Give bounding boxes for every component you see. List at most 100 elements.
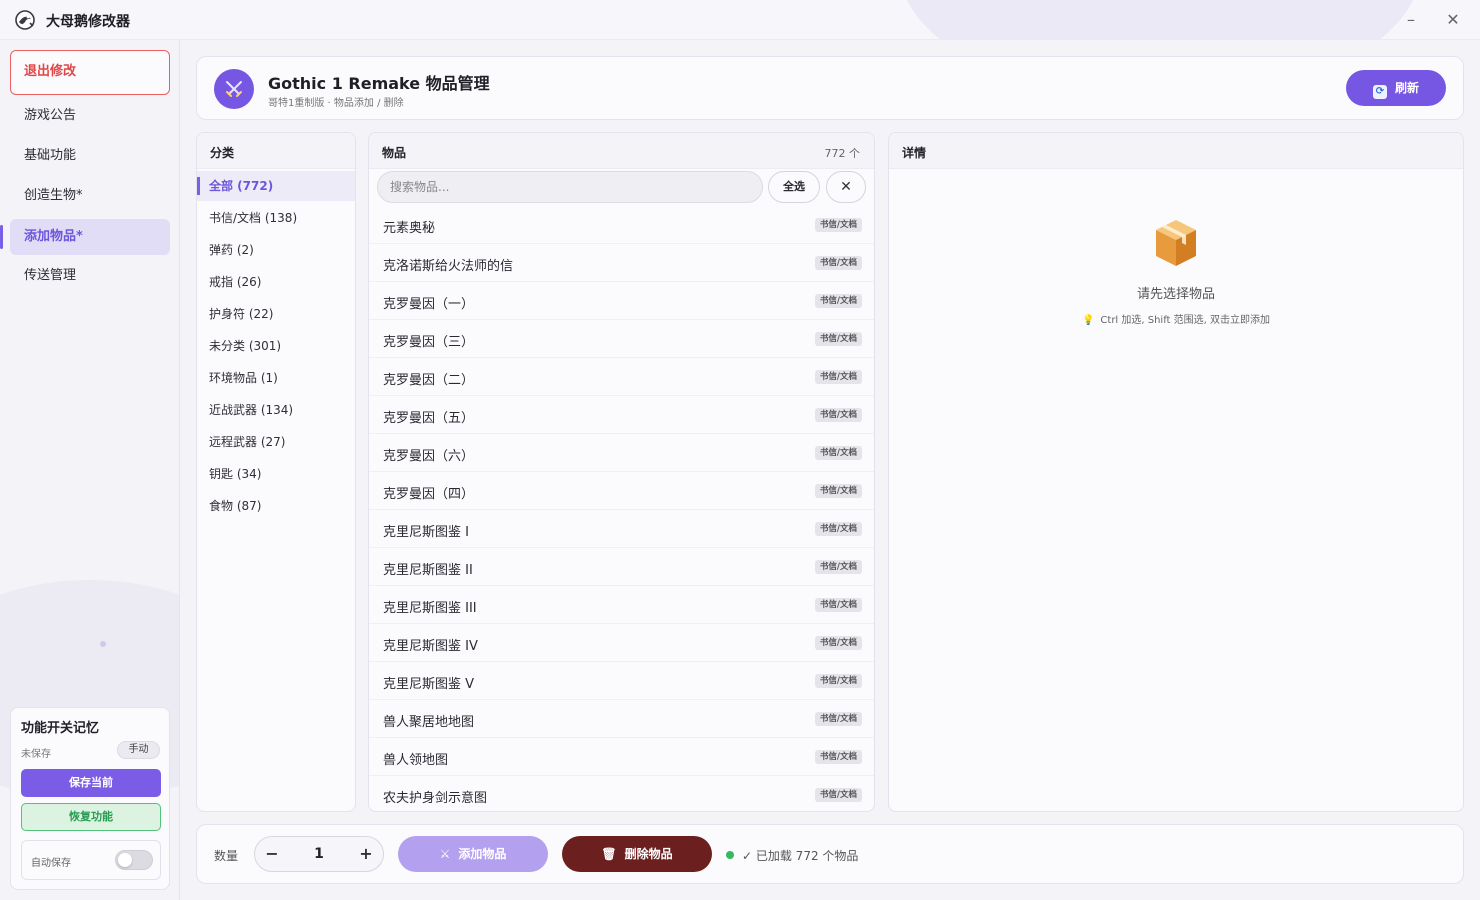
- category-item[interactable]: 钥匙 (34): [197, 459, 355, 489]
- category-label: 环境物品 (1): [209, 371, 278, 385]
- item-row[interactable]: 克里尼斯图鉴 II 书信/文档: [369, 548, 874, 586]
- detail-panel-header: 详情: [889, 133, 1463, 169]
- auto-save-toggle[interactable]: [115, 850, 153, 870]
- category-item[interactable]: 全部 (772): [197, 171, 355, 201]
- category-item[interactable]: 书信/文档 (138): [197, 203, 355, 233]
- clear-search-button[interactable]: ✕: [826, 171, 866, 203]
- item-row[interactable]: 克罗曼因（三） 书信/文档: [369, 320, 874, 358]
- action-bar: 数量 − 1 + ⚔ 添加物品 🗑 删除物品 ✓ 已加载 772 个物品: [196, 824, 1464, 884]
- item-row[interactable]: 克里尼斯图鉴 III 书信/文档: [369, 586, 874, 624]
- auto-save-label: 自动保存: [31, 858, 71, 869]
- item-panel-title: 物品: [382, 146, 407, 160]
- item-row[interactable]: 元素奥秘 书信/文档: [369, 206, 874, 244]
- status-indicator: [726, 851, 734, 859]
- item-row[interactable]: 克里尼斯图鉴 I 书信/文档: [369, 510, 874, 548]
- crossed-swords-icon: [214, 69, 254, 109]
- category-panel-header: 分类: [197, 133, 355, 169]
- category-panel: 分类 全部 (772) 书信/文档 (138) 弹药 (2) 戒指 (26) 护身符 (…: [196, 132, 356, 812]
- detail-panel: 详情 请先选择物品 💡 Ctrl 加选, Shift 范围选, 双击立即添加: [888, 132, 1464, 812]
- sidebar-item-add-items[interactable]: 添加物品*: [0, 219, 170, 255]
- sidebar-item-label: 创造生物*: [24, 188, 83, 203]
- search-input[interactable]: [377, 171, 763, 203]
- refresh-icon: ⟳: [1372, 85, 1387, 99]
- decrease-quantity-button[interactable]: −: [255, 837, 289, 871]
- save-current-button[interactable]: 保存当前: [21, 769, 161, 797]
- sidebar: 退出修改 游戏公告 基础功能 创造生物* 添加物品* 传送管理 功能开关记忆 未…: [0, 40, 180, 900]
- item-row[interactable]: 克罗曼因（二） 书信/文档: [369, 358, 874, 396]
- item-name: 克罗曼因（五）: [383, 411, 475, 426]
- category-label: 食物 (87): [209, 499, 262, 513]
- item-category-tag: 书信/文档: [814, 256, 862, 270]
- item-panel: 物品 772 个 全选 ✕ 元素奥秘书信/文档克洛诺斯给火法师的信书信/文档克罗…: [368, 132, 875, 812]
- category-item[interactable]: 近战武器 (134): [197, 395, 355, 425]
- restore-functions-button[interactable]: 恢复功能: [21, 803, 161, 831]
- item-category-tag: 书信/文档: [814, 446, 862, 460]
- item-category-tag: 书信/文档: [814, 560, 862, 574]
- category-item[interactable]: 食物 (87): [197, 491, 355, 521]
- select-all-button[interactable]: 全选: [768, 171, 820, 203]
- item-row[interactable]: 克罗曼因（四） 书信/文档: [369, 472, 874, 510]
- category-item[interactable]: 未分类 (301): [197, 331, 355, 361]
- empty-state-title: 请先选择物品: [1136, 287, 1215, 302]
- item-row[interactable]: 兽人聚居地地图 书信/文档: [369, 700, 874, 738]
- category-panel-title: 分类: [210, 146, 235, 160]
- item-category-tag: 书信/文档: [814, 674, 862, 688]
- item-row[interactable]: 克罗曼因（六） 书信/文档: [369, 434, 874, 472]
- refresh-button[interactable]: ⟳ 刷新: [1346, 70, 1446, 106]
- page-title: Gothic 1 Remake 物品管理: [268, 74, 490, 93]
- category-item[interactable]: 戒指 (26): [197, 267, 355, 297]
- sidebar-item-basic-functions[interactable]: 基础功能: [10, 138, 170, 174]
- category-item[interactable]: 远程武器 (27): [197, 427, 355, 457]
- lightbulb-icon: 💡: [1081, 315, 1095, 326]
- item-row[interactable]: 克罗曼因（一） 书信/文档: [369, 282, 874, 320]
- delete-item-button[interactable]: 🗑 删除物品: [562, 836, 712, 872]
- item-category-tag: 书信/文档: [814, 636, 862, 650]
- refresh-label: 刷新: [1394, 81, 1419, 95]
- category-label: 全部 (772): [209, 179, 274, 193]
- category-item[interactable]: 护身符 (22): [197, 299, 355, 329]
- feature-memory-card: 功能开关记忆 未保存 手动 保存当前 恢复功能 自动保存: [10, 707, 170, 890]
- item-name: 克罗曼因（二）: [383, 373, 475, 388]
- item-name: 克里尼斯图鉴 V: [383, 677, 475, 692]
- toggle-knob: [118, 853, 132, 867]
- item-category-tag: 书信/文档: [814, 522, 862, 536]
- sidebar-dot-decoration: [100, 641, 106, 647]
- category-item[interactable]: 环境物品 (1): [197, 363, 355, 393]
- item-row[interactable]: 克里尼斯图鉴 V 书信/文档: [369, 662, 874, 700]
- add-item-button[interactable]: ⚔ 添加物品: [398, 836, 548, 872]
- category-item[interactable]: 弹药 (2): [197, 235, 355, 265]
- status-text: ✓ 已加载 772 个物品: [742, 849, 859, 863]
- item-name: 克里尼斯图鉴 I: [383, 525, 469, 540]
- add-item-label: 添加物品: [458, 847, 507, 861]
- sidebar-item-teleport[interactable]: 传送管理: [10, 258, 170, 294]
- item-panel-header: 物品 772 个: [369, 133, 874, 169]
- close-window-button[interactable]: ✕: [1439, 8, 1467, 32]
- minimize-button[interactable]: –: [1397, 8, 1425, 32]
- trash-icon: 🗑: [601, 847, 617, 861]
- item-category-tag: 书信/文档: [814, 408, 862, 422]
- quantity-value[interactable]: 1: [295, 837, 343, 871]
- item-row[interactable]: 克罗曼因（五） 书信/文档: [369, 396, 874, 434]
- item-category-tag: 书信/文档: [814, 332, 862, 346]
- sidebar-item-create-creature[interactable]: 创造生物*: [10, 178, 170, 214]
- title-bar-decoration: [900, 0, 1420, 39]
- item-row[interactable]: 克洛诺斯给火法师的信 书信/文档: [369, 244, 874, 282]
- item-category-tag: 书信/文档: [814, 294, 862, 308]
- increase-quantity-button[interactable]: +: [349, 837, 383, 871]
- category-label: 戒指 (26): [209, 275, 262, 289]
- item-category-tag: 书信/文档: [814, 788, 862, 802]
- auto-save-row: 自动保存: [21, 840, 161, 880]
- item-category-tag: 书信/文档: [814, 218, 862, 232]
- sidebar-item-label: 传送管理: [24, 268, 77, 283]
- item-name: 克洛诺斯给火法师的信: [383, 259, 514, 274]
- item-row[interactable]: 克里尼斯图鉴 IV 书信/文档: [369, 624, 874, 662]
- exit-mod-button[interactable]: 退出修改: [10, 50, 170, 95]
- item-row[interactable]: 农夫护身剑示意图 书信/文档: [369, 776, 874, 811]
- category-label: 未分类 (301): [209, 339, 282, 353]
- item-name: 农夫护身剑示意图: [383, 791, 488, 806]
- mode-badge[interactable]: 手动: [117, 741, 160, 759]
- item-count: 772 个: [824, 147, 861, 160]
- sidebar-item-announcements[interactable]: 游戏公告: [10, 98, 170, 134]
- item-row[interactable]: 兽人领地图 书信/文档: [369, 738, 874, 776]
- crossed-swords-icon: ⚔: [439, 847, 451, 861]
